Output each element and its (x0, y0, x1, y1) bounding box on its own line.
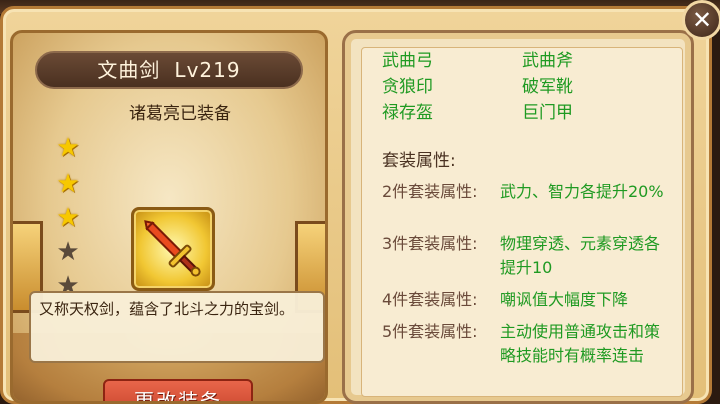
set-item: 破军靴 (522, 77, 573, 97)
item-detail-panel: 文曲剑 Lv219 诸葛亮已装备 ★ ★ ★ ★ ★ 又称天权剑，蕴含了北斗之力的… (10, 30, 328, 404)
star-icon: ★ (56, 133, 80, 163)
sword-item-icon[interactable] (131, 207, 215, 291)
item-name: 文曲剑 (97, 58, 161, 82)
item-level: Lv219 (174, 58, 241, 82)
item-description: 又称天权剑，蕴含了北斗之力的宝剑。 (29, 291, 325, 363)
equipped-status: 诸葛亮已装备 (129, 104, 231, 124)
change-equipment-button[interactable]: 更改装备 (103, 379, 253, 401)
set-bonus-label: 5件套装属性: (382, 322, 478, 341)
set-item: 武曲弓 (382, 51, 433, 71)
set-item: 贪狼印 (382, 77, 433, 97)
set-bonus-label: 4件套装属性: (382, 290, 478, 309)
set-item: 武曲斧 (522, 51, 573, 71)
set-info-panel: 武曲弓 武曲斧 贪狼印 破军靴 禄存盔 巨门甲 套装属性: 2件套装属性: 武力… (342, 30, 694, 404)
star-icon: ★ (56, 203, 80, 233)
set-bonus-value: 物理穿透、元素穿透各提升10 (500, 234, 661, 277)
set-attributes-title: 套装属性: (382, 151, 456, 171)
set-bonus-label: 3件套装属性: (382, 234, 478, 253)
set-item: 禄存盔 (382, 103, 433, 123)
star-empty-icon: ★ (56, 237, 80, 267)
star-icon: ★ (56, 169, 80, 199)
set-bonus-value: 嘲讽值大幅度下降 (500, 290, 629, 309)
set-item: 巨门甲 (522, 103, 573, 123)
sword-icon (144, 220, 201, 277)
item-title-bar: 文曲剑 Lv219 (35, 51, 303, 89)
close-button[interactable]: ✕ (682, 0, 720, 40)
set-info-scroll[interactable]: 武曲弓 武曲斧 贪狼印 破军靴 禄存盔 巨门甲 套装属性: 2件套装属性: 武力… (361, 47, 683, 397)
close-icon: ✕ (691, 6, 713, 34)
set-bonus-label: 2件套装属性: (382, 182, 478, 201)
set-bonus-value: 主动使用普通攻击和策略技能时有概率连击 (500, 322, 661, 365)
set-bonus-value: 武力、智力各提升20% (500, 182, 664, 201)
